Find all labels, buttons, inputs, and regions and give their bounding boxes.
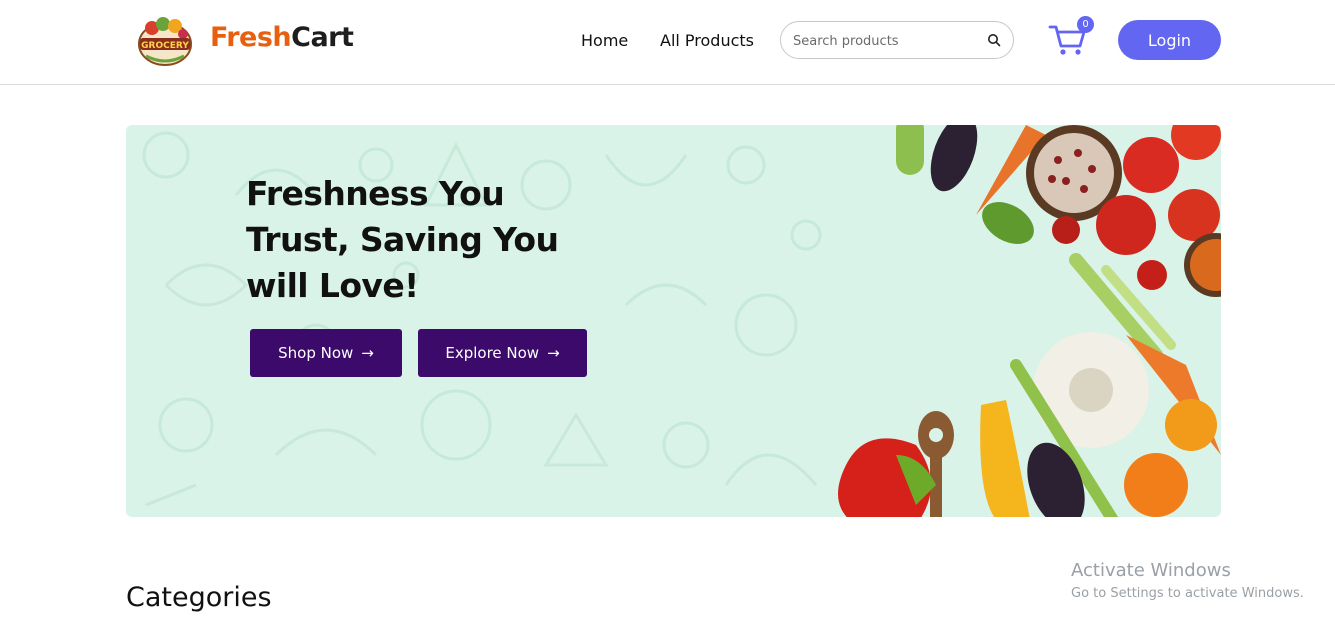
shop-now-button[interactable]: Shop Now →	[250, 329, 402, 377]
search-icon[interactable]	[987, 33, 1001, 47]
nav-home-link[interactable]: Home	[581, 31, 628, 50]
brand-name-part2: Cart	[291, 22, 354, 53]
hero-banner: Freshness You Trust, Saving You will Lov…	[126, 125, 1221, 517]
explore-now-label: Explore Now	[445, 344, 540, 362]
brand-name-part1: Fresh	[210, 22, 292, 53]
search-input[interactable]	[793, 31, 983, 51]
activate-windows-subtitle: Go to Settings to activate Windows.	[1071, 586, 1304, 601]
categories-heading: Categories	[126, 582, 272, 613]
cart-count-badge: 0	[1077, 16, 1094, 33]
arrow-right-icon: →	[547, 343, 560, 362]
svg-text:GROCERY: GROCERY	[141, 41, 189, 51]
site-header: GROCERY FreshCart Home All Products 0 Lo…	[0, 0, 1335, 85]
search-box	[780, 21, 1014, 59]
shop-now-label: Shop Now	[278, 344, 354, 362]
hero-title-line2: Trust, Saving You	[246, 220, 559, 259]
hero-title-line3: will Love!	[246, 266, 419, 305]
login-button[interactable]: Login	[1118, 20, 1221, 60]
grocery-logo[interactable]: GROCERY	[136, 14, 194, 68]
brand-name[interactable]: FreshCart	[210, 22, 354, 53]
activate-windows-title: Activate Windows	[1071, 560, 1231, 581]
hero-title-line1: Freshness You	[246, 174, 505, 213]
arrow-right-icon: →	[361, 343, 374, 362]
hero-title: Freshness You Trust, Saving You will Lov…	[246, 171, 566, 309]
explore-now-button[interactable]: Explore Now →	[418, 329, 587, 377]
nav-all-products-link[interactable]: All Products	[660, 31, 754, 50]
vegetables-image	[838, 125, 1221, 517]
